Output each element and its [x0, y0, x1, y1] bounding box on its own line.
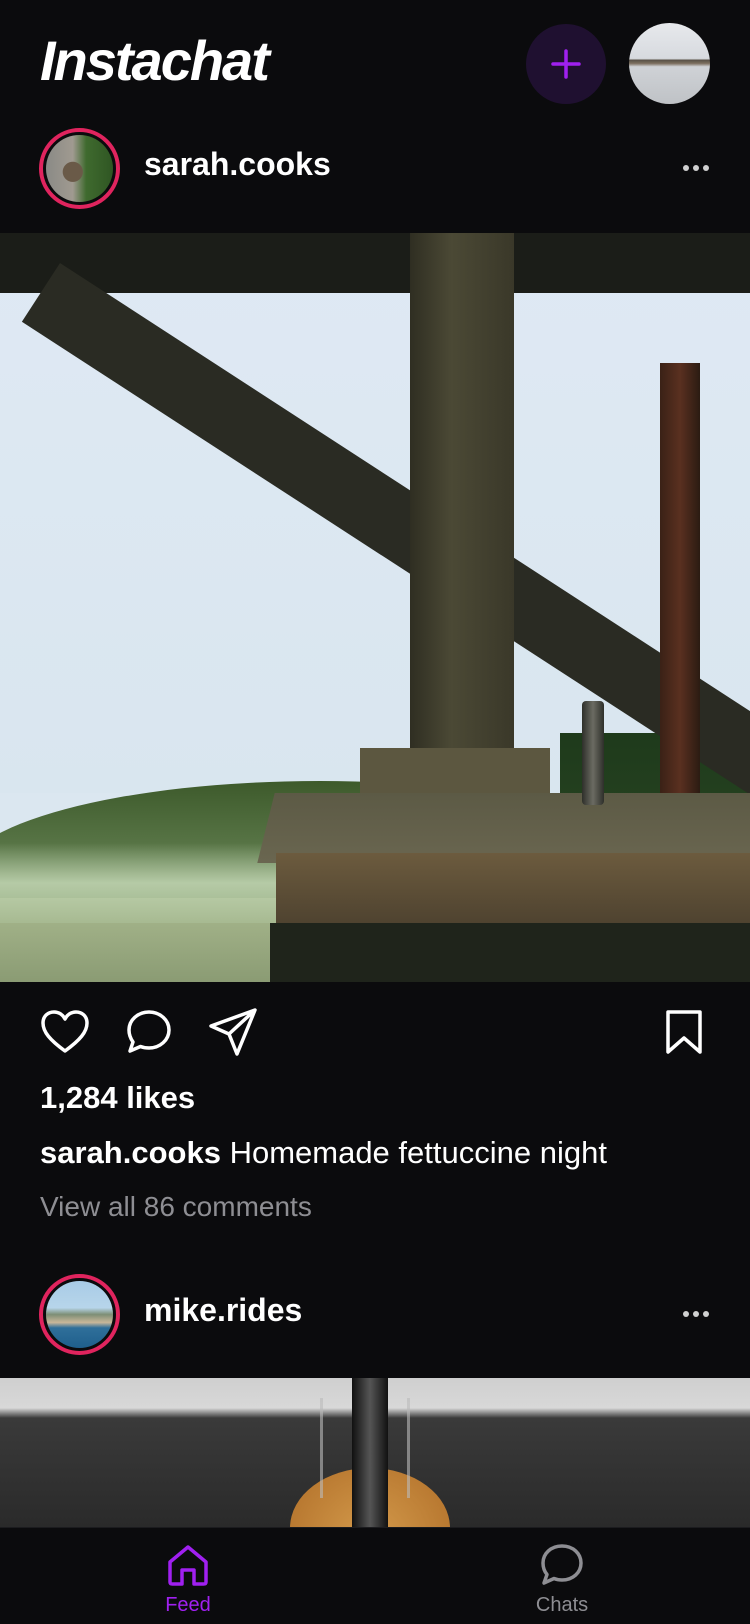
post-username[interactable]: sarah.cooks [144, 146, 331, 183]
app-header: Instachat [0, 0, 750, 126]
post-actions [0, 1005, 750, 1061]
photo-roof [0, 233, 750, 293]
post-header: mike.rides [0, 1274, 750, 1366]
home-icon [168, 1545, 208, 1586]
nav-chats[interactable]: Chats [502, 1542, 622, 1624]
caption-text: Homemade fettuccine night [229, 1135, 607, 1170]
app-title: Instachat [40, 29, 270, 92]
post-caption: sarah.cooks Homemade fettuccine night [40, 1135, 607, 1171]
post-header: sarah.cooks [0, 128, 750, 220]
post-username[interactable]: mike.rides [144, 1292, 302, 1329]
bottom-nav: Feed Chats [0, 1527, 750, 1624]
save-button[interactable] [657, 1005, 711, 1059]
profile-avatar[interactable] [629, 23, 710, 104]
photo-dock-front [276, 853, 750, 923]
post-author-avatar[interactable] [39, 128, 120, 209]
view-comments-link[interactable]: View all 86 comments [40, 1191, 312, 1223]
comment-button[interactable] [122, 1005, 176, 1059]
more-icon [683, 1311, 709, 1317]
post-photo[interactable] [0, 1378, 750, 1528]
heart-icon [41, 1010, 89, 1053]
share-button[interactable] [206, 1005, 260, 1059]
post-photo[interactable] [0, 233, 750, 982]
nav-feed[interactable]: Feed [128, 1542, 248, 1624]
bookmark-icon [666, 1010, 702, 1054]
photo-reflection [270, 923, 750, 982]
post-author-avatar[interactable] [39, 1274, 120, 1355]
new-post-button[interactable] [526, 24, 606, 104]
nav-chats-label: Chats [535, 1594, 589, 1616]
plus-icon [551, 49, 581, 79]
more-options-button[interactable] [680, 152, 712, 184]
comment-icon [127, 1010, 171, 1053]
photo-post-main [410, 233, 514, 763]
more-icon [683, 165, 709, 171]
more-options-button[interactable] [680, 1298, 712, 1330]
photo-guitar-strings [320, 1398, 410, 1498]
chat-bubble-icon [541, 1544, 583, 1585]
photo-block [360, 748, 550, 793]
likes-count[interactable]: 1,284 likes [40, 1080, 195, 1116]
caption-username[interactable]: sarah.cooks [40, 1135, 221, 1170]
like-button[interactable] [38, 1005, 92, 1059]
photo-flashlight [582, 701, 604, 805]
nav-feed-label: Feed [165, 1594, 211, 1616]
send-icon [209, 1008, 257, 1056]
